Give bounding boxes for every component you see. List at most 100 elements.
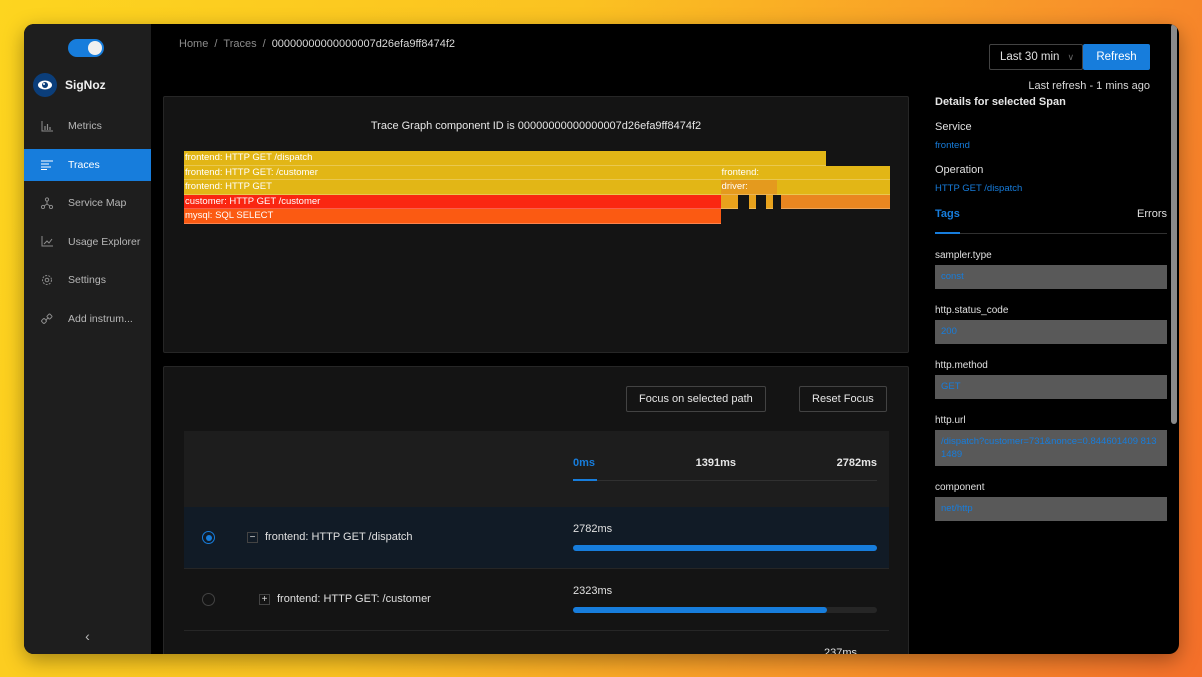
sidebar-item-label: Metrics (68, 120, 102, 132)
flame-bar[interactable] (720, 194, 739, 209)
gear-icon (40, 273, 54, 287)
service-label: Service (935, 121, 972, 133)
sidebar-item-label: Settings (68, 274, 106, 286)
sidebar-item-settings[interactable]: Settings (24, 264, 151, 296)
tick-label: 1391ms (695, 457, 737, 469)
span-details-panel: Details for selected Span Service fronte… (935, 96, 1167, 521)
breadcrumb: Home / Traces / 00000000000000007d26efa9… (179, 38, 455, 50)
tag-key: component (935, 482, 985, 493)
tag-item: http.url /dispatch?customer=731&nonce=0.… (935, 415, 1167, 466)
signoz-eye-logo-icon (33, 73, 57, 97)
tag-item: http.status_code 200 (935, 305, 1167, 344)
app-window: SigNoz Metrics Traces Service Map Usage … (24, 24, 1179, 654)
flame-bar[interactable] (766, 194, 774, 209)
theme-toggle[interactable] (68, 39, 104, 57)
brand[interactable]: SigNoz (33, 73, 106, 97)
sidebar-item-traces[interactable]: Traces (24, 148, 151, 181)
tick-label: 0ms (573, 457, 596, 469)
sidebar-item-label: Usage Explorer (68, 235, 141, 248)
align-left-icon (40, 158, 54, 172)
line-chart-icon (40, 235, 54, 249)
timeline-ticks: 0ms 1391ms 2782ms (573, 457, 877, 469)
details-scrollbar[interactable] (1171, 24, 1177, 424)
refresh-button[interactable]: Refresh (1083, 44, 1150, 70)
breadcrumb-home[interactable]: Home (179, 38, 208, 50)
tag-value: const (935, 265, 1167, 289)
trace-graph-title: Trace Graph component ID is 000000000000… (370, 120, 702, 132)
flame-bar[interactable]: frontend: (720, 165, 890, 180)
span-name: frontend: HTTP GET: /customer (277, 593, 431, 605)
flame-bar[interactable]: frontend: HTTP GET /dispatch (184, 151, 827, 166)
operation-value: HTTP GET /dispatch (935, 183, 1023, 194)
table-row[interactable]: − frontend: HTTP GET /dispatch 2782ms (184, 507, 889, 569)
tab-errors[interactable]: Errors (1137, 208, 1167, 233)
sidebar-item-usage-explorer[interactable]: Usage Explorer (24, 226, 151, 258)
table-row[interactable]: + frontend: HTTP GET: /customer 2323ms (184, 569, 889, 631)
api-link-icon (40, 312, 54, 326)
duration-bar (573, 607, 877, 613)
sidebar-item-add-instrumentation[interactable]: Add instrum... (24, 303, 151, 335)
tag-value: /dispatch?customer=731&nonce=0.844601409… (935, 430, 1167, 466)
sidebar-item-metrics[interactable]: Metrics (24, 110, 151, 142)
sidebar-item-label: Traces (68, 158, 100, 171)
tag-key: http.status_code (935, 305, 1009, 316)
sidebar-nav: Metrics Traces Service Map Usage Explore… (24, 110, 151, 341)
expand-plus-icon[interactable]: + (259, 594, 270, 605)
flame-bar[interactable] (748, 194, 756, 209)
sidebar: SigNoz Metrics Traces Service Map Usage … (24, 24, 151, 654)
span-name: frontend: HTTP GET /dispatch (265, 531, 413, 543)
breadcrumb-separator: / (214, 38, 218, 50)
trace-table-panel: Focus on selected path Reset Focus 0ms 1… (163, 366, 909, 654)
sidebar-item-label: Service Map (68, 197, 127, 209)
row-select-radio[interactable] (202, 593, 215, 606)
span-table: 0ms 1391ms 2782ms − frontend: HTTP GET /… (184, 431, 889, 654)
operation-label: Operation (935, 164, 984, 176)
duration-bar (573, 545, 877, 551)
trace-graph-panel: Trace Graph component ID is 000000000000… (163, 96, 909, 353)
timeline-indicator (573, 479, 597, 481)
tag-item: http.method GET (935, 360, 1167, 399)
sidebar-item-service-map[interactable]: Service Map (24, 187, 151, 219)
flame-bar[interactable] (780, 194, 890, 209)
tag-item: component net/http (935, 482, 1167, 521)
duration-bar-fill (573, 545, 877, 551)
flame-bar[interactable] (777, 180, 890, 195)
focus-selected-path-button[interactable]: Focus on selected path (626, 386, 766, 412)
flame-bar[interactable]: driver: (720, 180, 778, 195)
tag-item: sampler.type const (935, 250, 1167, 289)
table-row[interactable]: 237ms (184, 631, 889, 654)
row-select-radio[interactable] (202, 531, 215, 544)
time-range-select[interactable]: Last 30 min ∨ (989, 44, 1083, 70)
span-duration: 237ms (824, 647, 858, 654)
service-value: frontend (935, 140, 970, 151)
tag-value: net/http (935, 497, 1167, 521)
brand-name: SigNoz (65, 78, 106, 92)
breadcrumb-traces[interactable]: Traces (223, 38, 256, 50)
tab-ink-bar (935, 232, 960, 234)
tag-key: sampler.type (935, 250, 992, 261)
tag-key: http.url (935, 415, 966, 426)
deployment-unit-icon (40, 196, 54, 210)
flame-bar[interactable]: frontend: HTTP GET (184, 180, 721, 195)
table-header: 0ms 1391ms 2782ms (184, 431, 889, 507)
tab-tags[interactable]: Tags (935, 208, 960, 233)
tag-value: 200 (935, 320, 1167, 344)
collapse-minus-icon[interactable]: − (247, 532, 258, 543)
flame-bar[interactable]: mysql: SQL SELECT (184, 209, 721, 224)
details-tabs: Tags Errors (935, 208, 1167, 234)
last-refresh-status: Last refresh - 1 mins ago (1028, 80, 1150, 92)
tag-value: GET (935, 375, 1167, 399)
details-title: Details for selected Span (935, 96, 1066, 108)
time-range-value: Last 30 min (1000, 51, 1060, 63)
flame-bar[interactable]: customer: HTTP GET /customer (184, 194, 721, 209)
duration-bar-fill (573, 607, 827, 613)
chevron-down-icon: ∨ (1067, 51, 1075, 62)
reset-focus-button[interactable]: Reset Focus (799, 386, 887, 412)
timeline-axis (573, 479, 877, 481)
tick-label: 2782ms (836, 457, 877, 469)
span-duration: 2782ms (573, 523, 613, 535)
breadcrumb-trace-id: 00000000000000007d26efa9ff8474f2 (271, 38, 456, 50)
flame-bar[interactable]: frontend: HTTP GET: /customer (184, 165, 721, 180)
collapse-sidebar-button[interactable]: ‹ (24, 618, 151, 654)
bar-chart-icon (40, 119, 54, 133)
